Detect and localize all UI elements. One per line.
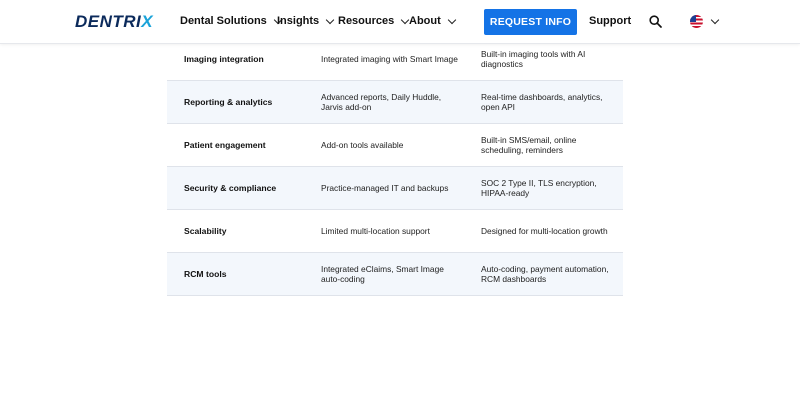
chevron-down-icon (325, 15, 335, 24)
feature-cell: Reporting & analytics (184, 97, 273, 107)
table-row: Patient engagement Add-on tools availabl… (167, 124, 623, 167)
nav-insights[interactable]: Insights (277, 15, 335, 27)
column-b-cell: Integrated eClaims, Smart Image auto-cod… (321, 263, 444, 285)
language-selector[interactable] (690, 15, 720, 28)
column-c-cell: Built-in imaging tools with AI diagnosti… (481, 48, 586, 70)
column-c-cell: SOC 2 Type II, TLS encryption, HIPAA-rea… (481, 177, 597, 199)
column-b-cell: Integrated imaging with Smart Image (321, 53, 458, 64)
nav-label: Insights (277, 15, 320, 27)
chevron-down-icon (710, 15, 720, 25)
column-c-cell: Auto-coding, payment automation, RCM das… (481, 263, 609, 285)
column-b-cell: Limited multi-location support (321, 225, 430, 236)
table-row: Security & compliance Practice-managed I… (167, 167, 623, 210)
feature-cell: RCM tools (184, 269, 227, 279)
feature-cell: Scalability (184, 226, 227, 236)
column-b-cell: Add-on tools available (321, 139, 404, 150)
nav-dental-solutions[interactable]: Dental Solutions (180, 15, 283, 27)
column-b-cell: Practice-managed IT and backups (321, 182, 449, 193)
table-row: Reporting & analytics Advanced reports, … (167, 81, 623, 124)
nav-label: Resources (338, 15, 395, 27)
request-info-button[interactable]: REQUEST INFO (484, 9, 577, 35)
support-link[interactable]: Support (589, 15, 631, 27)
feature-cell: Imaging integration (184, 54, 264, 64)
nav-label: Dental Solutions (180, 15, 267, 27)
nav-label: About (409, 15, 441, 27)
us-flag-icon (690, 15, 703, 28)
comparison-table: Imaging integration Integrated imaging w… (167, 38, 623, 296)
table-row: RCM tools Integrated eClaims, Smart Imag… (167, 253, 623, 296)
search-icon[interactable] (649, 15, 662, 28)
chevron-down-icon (447, 15, 457, 24)
feature-cell: Patient engagement (184, 140, 266, 150)
nav-about[interactable]: About (409, 15, 457, 27)
column-c-cell: Real-time dashboards, analytics, open AP… (481, 91, 603, 113)
table-row: Imaging integration Integrated imaging w… (167, 38, 623, 81)
dentrix-logo[interactable]: DENTRIX (75, 12, 153, 32)
nav-resources[interactable]: Resources (338, 15, 410, 27)
column-c-cell: Built-in SMS/email, online scheduling, r… (481, 134, 577, 156)
column-b-cell: Advanced reports, Daily Huddle, Jarvis a… (321, 91, 442, 113)
table-row: Scalability Limited multi-location suppo… (167, 210, 623, 253)
column-c-cell: Designed for multi-location growth (481, 225, 608, 236)
feature-cell: Security & compliance (184, 183, 277, 193)
